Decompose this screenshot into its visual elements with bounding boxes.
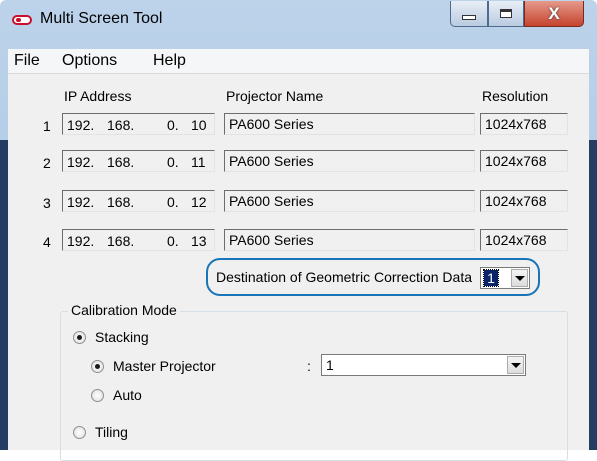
chevron-down-icon	[510, 362, 521, 368]
row-number: 1	[43, 118, 51, 134]
column-header-name: Projector Name	[226, 88, 324, 104]
row-number: 2	[43, 155, 51, 171]
minimize-icon	[462, 15, 476, 20]
window-title: Multi Screen Tool	[40, 10, 163, 27]
window-border-left	[0, 140, 8, 450]
tiling-label[interactable]: Tiling	[95, 424, 128, 440]
app-icon	[12, 15, 32, 25]
master-projector-select[interactable]: 1	[321, 354, 526, 376]
resolution-field: 1024x768	[480, 190, 568, 212]
close-button[interactable]: X	[524, 1, 584, 27]
resolution-field: 1024x768	[480, 113, 568, 135]
ip-address-field[interactable]: 192. 168. 0. 11	[62, 150, 215, 172]
resolution-field: 1024x768	[480, 150, 568, 172]
ip-address-field[interactable]: 192. 168. 0. 10	[62, 113, 215, 135]
ip-octet-2: 168.	[107, 233, 135, 249]
destination-value: 1	[483, 269, 499, 287]
resolution-field: 1024x768	[480, 229, 568, 251]
ip-octet-4: 13	[191, 233, 207, 249]
ip-octet-2: 168.	[107, 194, 135, 210]
projector-name-field[interactable]: PA600 Series	[224, 113, 475, 135]
calibration-mode-legend: Calibration Mode	[68, 302, 180, 318]
ip-address-field[interactable]: 192. 168. 0. 13	[62, 229, 215, 251]
master-projector-label[interactable]: Master Projector	[113, 358, 216, 374]
column-header-resolution: Resolution	[482, 88, 549, 104]
ip-octet-4: 11	[191, 154, 206, 170]
ip-octet-3: 0.	[167, 117, 179, 133]
master-projector-value: 1	[326, 357, 334, 373]
window-border-right	[589, 140, 597, 450]
ip-address-field[interactable]: 192. 168. 0. 12	[62, 190, 215, 212]
maximize-icon	[500, 9, 512, 18]
row-number: 3	[43, 195, 51, 211]
ip-octet-2: 168.	[107, 154, 135, 170]
menu-help[interactable]: Help	[153, 52, 186, 70]
projector-name-field[interactable]: PA600 Series	[224, 229, 475, 251]
maximize-button[interactable]	[488, 1, 524, 27]
minimize-button[interactable]	[450, 1, 488, 27]
ip-octet-3: 0.	[167, 154, 179, 170]
close-icon: X	[548, 3, 560, 23]
ip-octet-1: 192.	[67, 154, 95, 170]
column-header-ip: IP Address	[64, 88, 132, 104]
destination-label: Destination of Geometric Correction Data	[216, 269, 472, 285]
master-colon: :	[307, 358, 311, 374]
destination-select[interactable]: 1	[480, 267, 530, 289]
ip-octet-3: 0.	[167, 233, 179, 249]
dropdown-arrow-button[interactable]	[507, 356, 524, 374]
chevron-down-icon	[514, 275, 525, 281]
row-number: 4	[43, 234, 51, 250]
ip-octet-4: 12	[191, 194, 207, 210]
projector-name-field[interactable]: PA600 Series	[224, 150, 475, 172]
tiling-radio[interactable]	[73, 426, 86, 439]
stacking-label[interactable]: Stacking	[95, 329, 149, 345]
auto-label[interactable]: Auto	[113, 387, 142, 403]
ip-octet-1: 192.	[67, 194, 95, 210]
projector-name-field[interactable]: PA600 Series	[224, 190, 475, 212]
ip-octet-1: 192.	[67, 233, 95, 249]
menu-file[interactable]: File	[14, 52, 40, 70]
ip-octet-1: 192.	[67, 117, 95, 133]
ip-octet-2: 168.	[107, 117, 135, 133]
stacking-radio[interactable]	[73, 331, 86, 344]
auto-radio[interactable]	[91, 389, 104, 402]
master-projector-radio[interactable]	[91, 360, 104, 373]
menu-options[interactable]: Options	[62, 52, 117, 70]
ip-octet-4: 10	[191, 117, 207, 133]
ip-octet-3: 0.	[167, 194, 179, 210]
dropdown-arrow-button[interactable]	[511, 269, 528, 287]
